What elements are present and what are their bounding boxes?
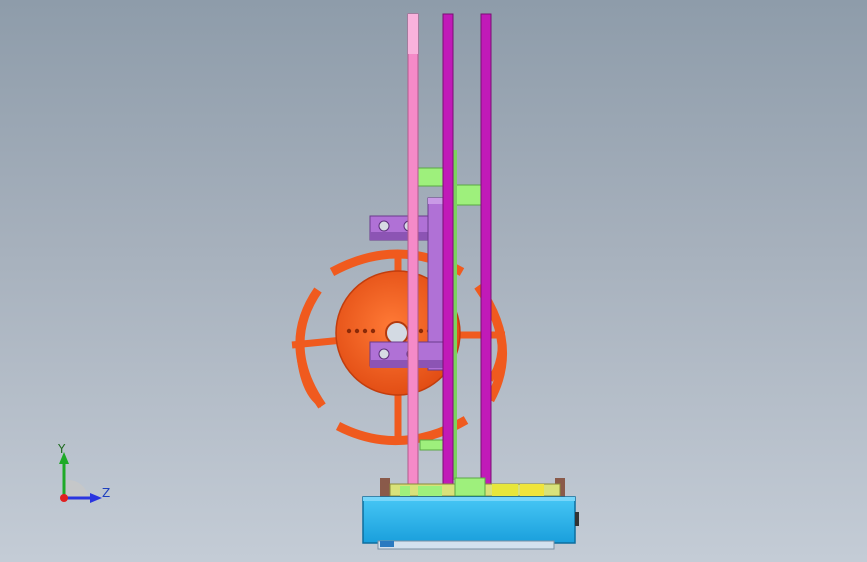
rod-magenta-left xyxy=(442,13,454,497)
3d-viewport[interactable]: Y Z xyxy=(0,0,867,562)
rod-pink xyxy=(407,13,419,497)
y-axis-label: Y xyxy=(58,442,66,456)
x-axis-icon xyxy=(60,494,68,502)
rod-magenta-right xyxy=(480,13,492,497)
base-bottom xyxy=(377,540,555,550)
cad-model[interactable] xyxy=(0,0,867,562)
z-axis-label: Z xyxy=(102,486,111,500)
base-plate xyxy=(362,496,576,544)
hub-center-hole xyxy=(385,321,409,345)
